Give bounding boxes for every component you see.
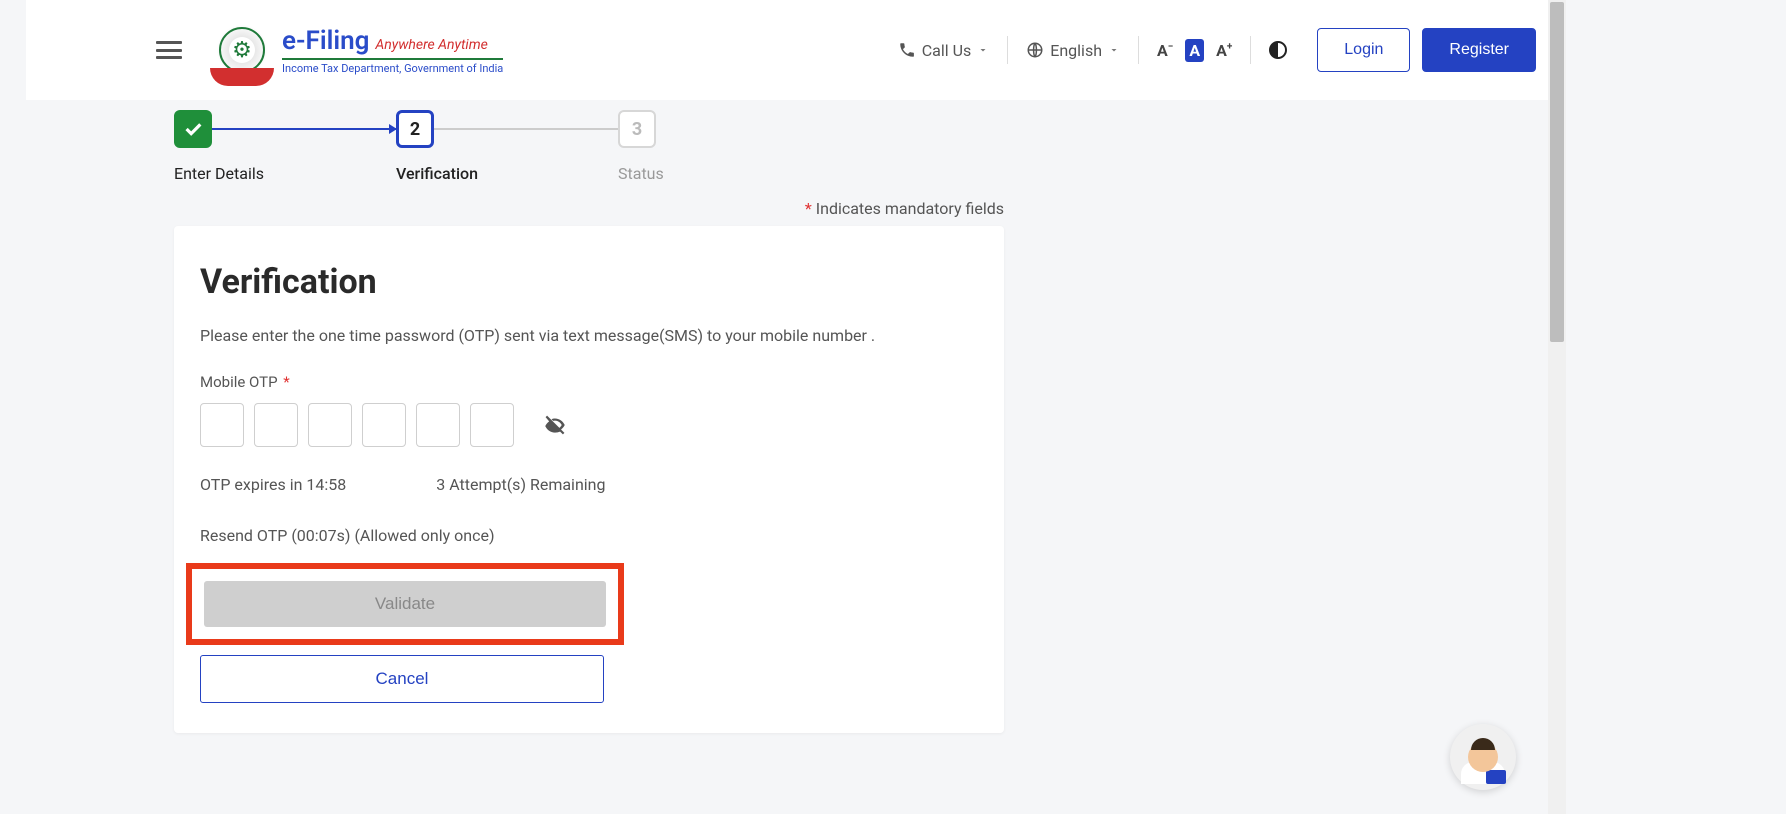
language-dropdown[interactable]: English: [1008, 41, 1138, 60]
emblem-icon: ⚙: [212, 20, 272, 80]
otp-attempts: 3 Attempt(s) Remaining: [436, 475, 605, 494]
step-2-label: Verification: [396, 164, 618, 183]
font-size-default[interactable]: A: [1185, 39, 1204, 62]
step-1-done: [174, 110, 212, 148]
card-lead: Please enter the one time password (OTP)…: [200, 326, 978, 345]
resend-otp-text: Resend OTP (00:07s) (Allowed only once): [200, 526, 978, 545]
otp-digit-6[interactable]: [470, 403, 514, 447]
chevron-down-icon: [977, 44, 989, 56]
step-3-future: 3: [618, 110, 656, 148]
chatbot-avatar-icon: [1468, 742, 1498, 772]
font-size-decrease[interactable]: A−: [1153, 39, 1177, 62]
menu-icon[interactable]: [156, 41, 182, 59]
otp-digit-5[interactable]: [416, 403, 460, 447]
stepper: 2 3 Enter Details Verification Status: [174, 100, 1566, 199]
header-controls: Call Us English A− A A+ Login Register: [880, 28, 1536, 72]
contrast-icon: [1269, 41, 1287, 59]
chevron-down-icon: [1108, 44, 1120, 56]
register-button[interactable]: Register: [1422, 28, 1536, 72]
step-2-active: 2: [396, 110, 434, 148]
otp-input-row: [200, 403, 978, 447]
validate-highlight: Validate: [186, 563, 624, 645]
contrast-toggle[interactable]: [1251, 41, 1305, 59]
otp-label: Mobile OTP *: [200, 373, 978, 391]
page-header: ⚙ e-Filing Anywhere Anytime Income Tax D…: [26, 0, 1566, 100]
font-size-controls: A− A A+: [1139, 39, 1250, 62]
step-connector-1-2: [212, 128, 396, 130]
visibility-off-icon[interactable]: [542, 412, 568, 438]
otp-expiry: OTP expires in 14:58: [200, 475, 346, 494]
step-connector-2-3: [434, 128, 618, 130]
chatbot-button[interactable]: [1450, 724, 1516, 790]
call-us-dropdown[interactable]: Call Us: [880, 41, 1008, 60]
cancel-button[interactable]: Cancel: [200, 655, 604, 703]
font-size-increase[interactable]: A+: [1212, 39, 1236, 62]
brand-logo[interactable]: ⚙ e-Filing Anywhere Anytime Income Tax D…: [212, 20, 503, 80]
otp-digit-3[interactable]: [308, 403, 352, 447]
step-3-label: Status: [618, 164, 664, 183]
scrollbar-thumb[interactable]: [1550, 2, 1564, 342]
validate-button[interactable]: Validate: [204, 581, 606, 627]
mandatory-fields-note: *Indicates mandatory fields: [174, 199, 1004, 218]
scrollbar[interactable]: [1548, 0, 1566, 814]
check-icon: [182, 118, 204, 140]
verification-card: Verification Please enter the one time p…: [174, 226, 1004, 733]
otp-digit-4[interactable]: [362, 403, 406, 447]
brand-name: e-Filing: [282, 26, 369, 56]
app-frame: ⚙ e-Filing Anywhere Anytime Income Tax D…: [26, 0, 1566, 814]
globe-icon: [1026, 41, 1044, 59]
login-button[interactable]: Login: [1317, 28, 1410, 72]
card-title: Verification: [200, 262, 978, 302]
brand-subtitle: Income Tax Department, Government of Ind…: [282, 62, 503, 75]
step-1-label: Enter Details: [174, 164, 396, 183]
otp-status-row: OTP expires in 14:58 3 Attempt(s) Remain…: [200, 475, 978, 494]
phone-icon: [898, 41, 916, 59]
otp-digit-1[interactable]: [200, 403, 244, 447]
brand-text: e-Filing Anywhere Anytime Income Tax Dep…: [282, 26, 503, 75]
brand-tagline: Anywhere Anytime: [375, 37, 487, 53]
otp-digit-2[interactable]: [254, 403, 298, 447]
